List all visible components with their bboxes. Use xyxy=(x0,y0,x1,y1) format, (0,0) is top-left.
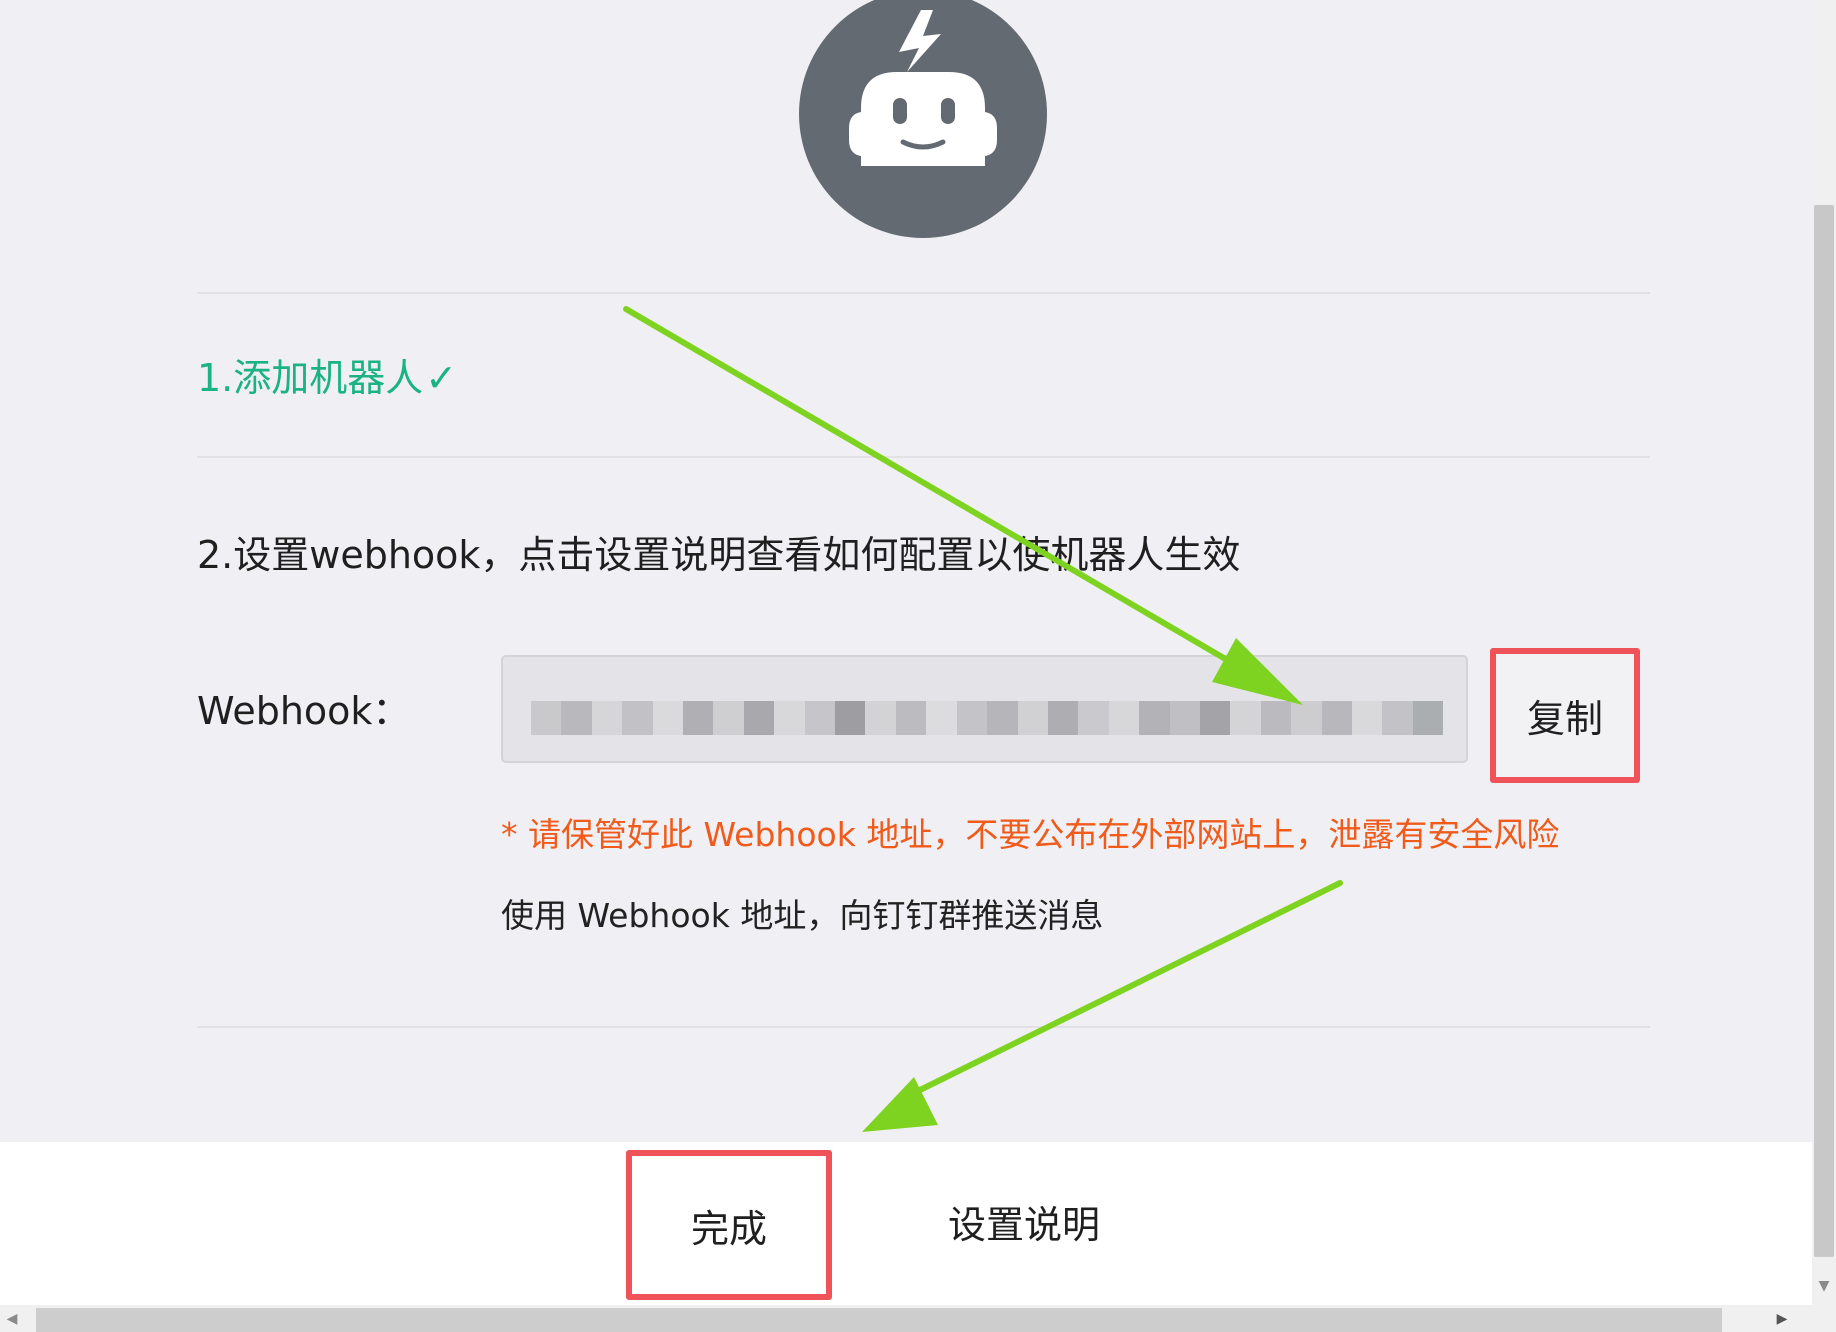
check-icon: ✓ xyxy=(425,356,458,400)
step-1-title: 1.添加机器人✓ xyxy=(197,355,457,401)
security-warning: * 请保管好此 Webhook 地址，不要公布在外部网站上，泄露有安全风险 xyxy=(501,815,1560,854)
vertical-scrollbar-thumb[interactable] xyxy=(1814,205,1834,1257)
dialog-footer xyxy=(0,1142,1812,1305)
scroll-right-arrow-icon[interactable]: ▶ xyxy=(1770,1306,1794,1332)
step-2-title: 2.设置webhook，点击设置说明查看如何配置以使机器人生效 xyxy=(197,533,1241,577)
scroll-left-arrow-icon[interactable]: ◀ xyxy=(0,1306,24,1332)
copy-button[interactable]: 复制 xyxy=(1490,648,1640,783)
horizontal-scrollbar-thumb[interactable] xyxy=(36,1308,1722,1332)
webhook-label: Webhook： xyxy=(197,689,411,733)
obscured-webhook-url xyxy=(531,701,1444,735)
setup-guide-button[interactable]: 设置说明 xyxy=(948,1202,1100,1248)
done-button[interactable]: 完成 xyxy=(626,1150,832,1300)
robot-avatar xyxy=(799,0,1047,238)
robot-icon xyxy=(849,10,997,166)
webhook-usage-hint: 使用 Webhook 地址，向钉钉群推送消息 xyxy=(501,896,1104,935)
step-1-label: 1.添加机器人 xyxy=(197,356,424,400)
divider xyxy=(197,456,1650,458)
robot-setup-panel: 1.添加机器人✓ 2.设置webhook，点击设置说明查看如何配置以使机器人生效… xyxy=(0,0,1812,1142)
divider xyxy=(197,1026,1650,1028)
scroll-down-arrow-icon[interactable]: ▼ xyxy=(1814,1273,1834,1299)
webhook-url-field[interactable] xyxy=(501,655,1468,763)
divider xyxy=(197,292,1650,294)
